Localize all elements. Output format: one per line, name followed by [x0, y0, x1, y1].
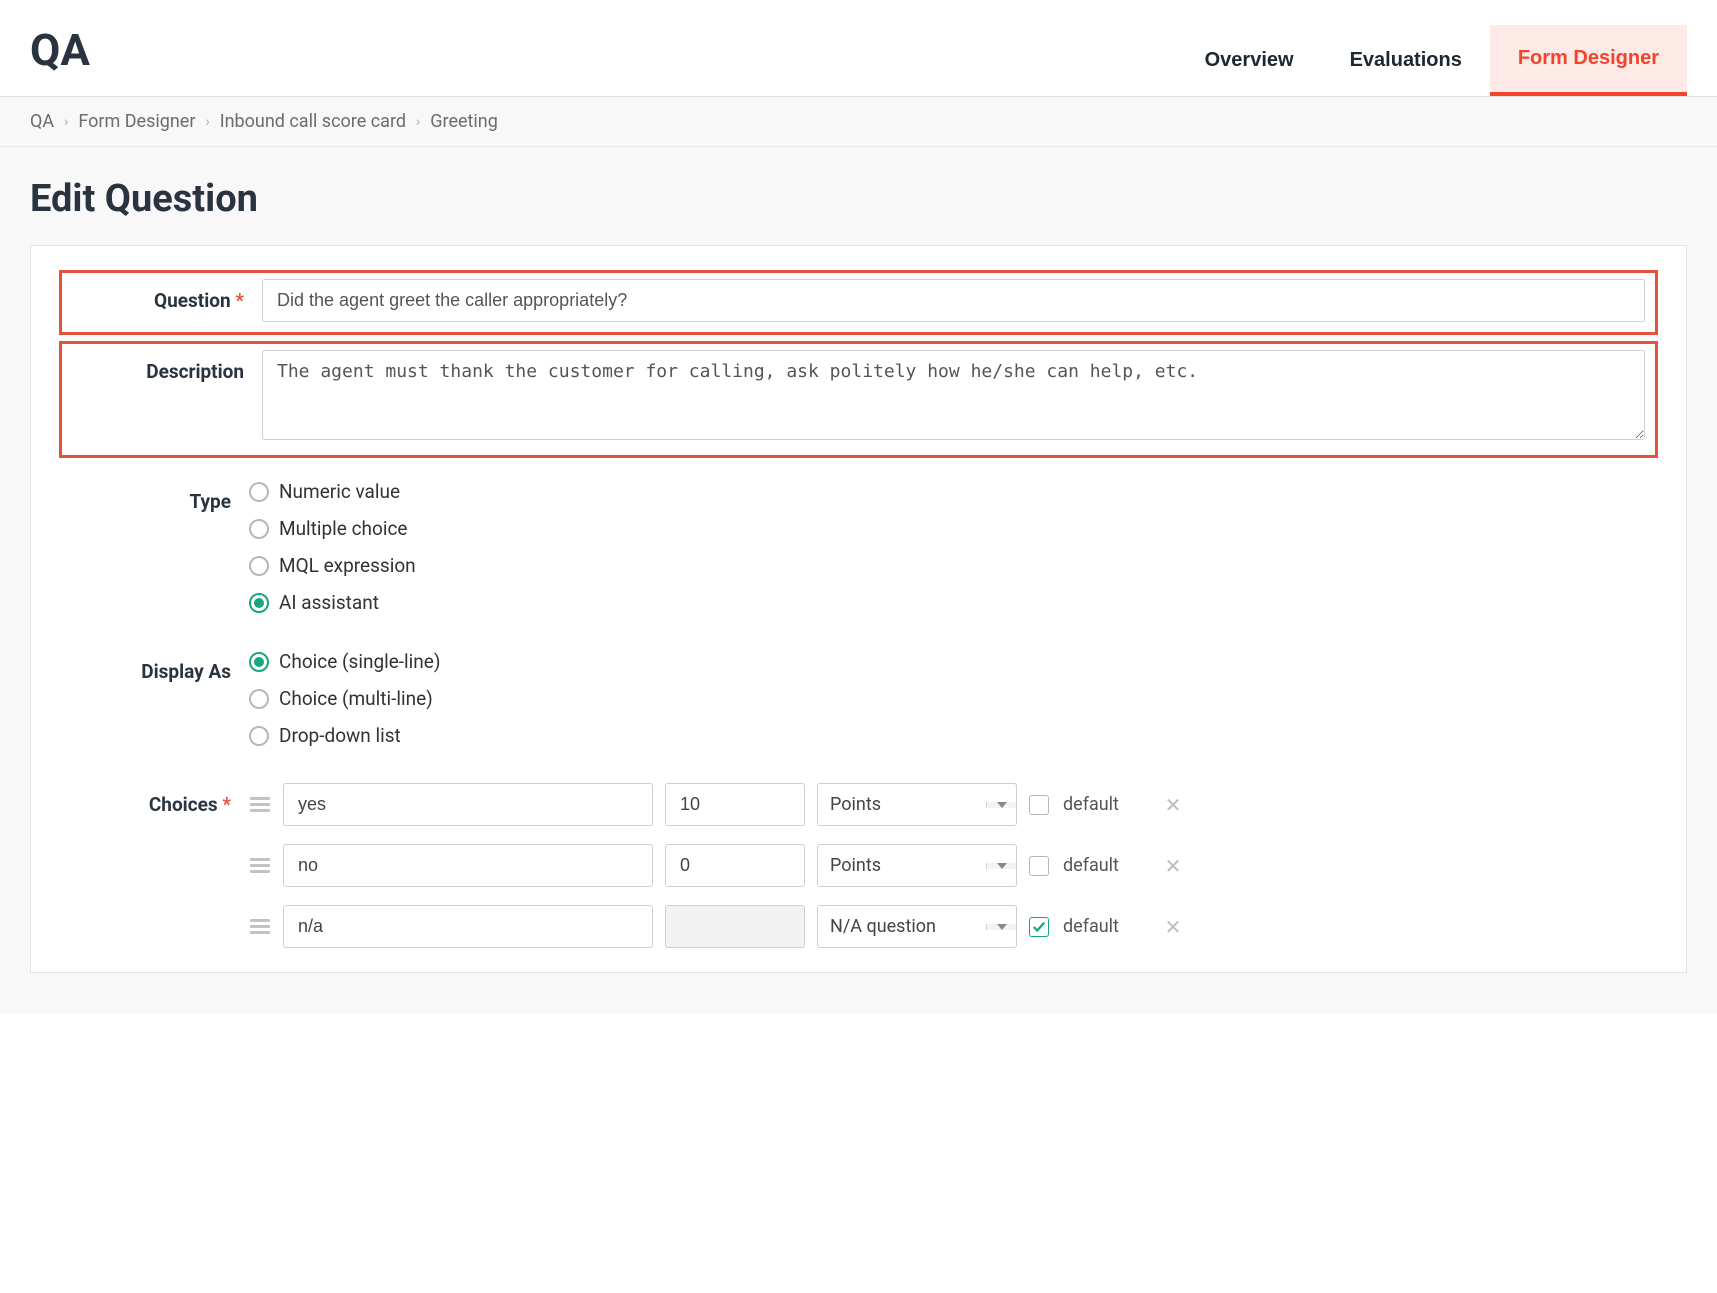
crumb-qa[interactable]: QA — [30, 111, 54, 132]
type-option-label: Numeric value — [279, 480, 400, 503]
drag-handle-icon[interactable] — [249, 858, 271, 873]
choices-label: Choices * — [59, 783, 249, 816]
type-option-ai-assistant[interactable]: AI assistant — [249, 591, 416, 614]
description-label: Description — [72, 350, 262, 383]
display-option-label: Drop-down list — [279, 724, 401, 747]
default-checkbox[interactable] — [1029, 856, 1049, 876]
caret-down-icon — [986, 802, 1016, 808]
choice-unit-select[interactable]: Points — [817, 783, 1017, 826]
default-label: default — [1063, 794, 1133, 815]
type-radio-group: Numeric value Multiple choice MQL expres… — [249, 480, 416, 614]
type-option-mql[interactable]: MQL expression — [249, 554, 416, 577]
drag-handle-icon[interactable] — [249, 919, 271, 934]
choice-row: Points default ✕ — [249, 783, 1183, 826]
remove-choice-icon[interactable]: ✕ — [1163, 915, 1183, 939]
tab-overview[interactable]: Overview — [1177, 25, 1322, 96]
choice-value-input[interactable] — [665, 905, 805, 948]
radio-selected-icon — [249, 652, 269, 672]
page-title: Edit Question — [30, 177, 1687, 221]
breadcrumb: QA › Form Designer › Inbound call score … — [0, 97, 1717, 147]
display-option-label: Choice (single-line) — [279, 650, 440, 673]
tab-form-designer[interactable]: Form Designer — [1490, 25, 1687, 96]
remove-choice-icon[interactable]: ✕ — [1163, 793, 1183, 817]
choice-unit-text: N/A question — [818, 906, 986, 947]
default-checkbox[interactable] — [1029, 795, 1049, 815]
choice-unit-select[interactable]: N/A question — [817, 905, 1017, 948]
default-label: default — [1063, 855, 1133, 876]
choice-label-input[interactable] — [283, 783, 653, 826]
choice-row: N/A question default ✕ — [249, 905, 1183, 948]
caret-down-icon — [986, 863, 1016, 869]
choices-list: Points default ✕ Points — [249, 783, 1183, 948]
tab-evaluations[interactable]: Evaluations — [1322, 25, 1490, 96]
chevron-right-icon: › — [205, 114, 209, 130]
question-label: Question * — [72, 279, 262, 312]
question-input[interactable] — [262, 279, 1645, 322]
tab-bar: Overview Evaluations Form Designer — [1177, 25, 1687, 96]
drag-handle-icon[interactable] — [249, 797, 271, 812]
app-header: QA Overview Evaluations Form Designer — [0, 0, 1717, 97]
description-highlight: Description The agent must thank the cus… — [59, 341, 1658, 458]
choice-value-input[interactable] — [665, 844, 805, 887]
type-option-numeric[interactable]: Numeric value — [249, 480, 416, 503]
type-option-label: AI assistant — [279, 591, 379, 614]
description-input[interactable]: The agent must thank the customer for ca… — [262, 350, 1645, 440]
type-label: Type — [59, 480, 249, 513]
radio-selected-icon — [249, 593, 269, 613]
choice-unit-select[interactable]: Points — [817, 844, 1017, 887]
crumb-form-designer[interactable]: Form Designer — [78, 111, 195, 132]
type-option-label: MQL expression — [279, 554, 416, 577]
display-option-multi-line[interactable]: Choice (multi-line) — [249, 687, 440, 710]
default-label: default — [1063, 916, 1133, 937]
display-option-single-line[interactable]: Choice (single-line) — [249, 650, 440, 673]
choice-unit-text: Points — [818, 784, 986, 825]
default-checkbox[interactable] — [1029, 917, 1049, 937]
display-option-label: Choice (multi-line) — [279, 687, 433, 710]
choice-row: Points default ✕ — [249, 844, 1183, 887]
radio-icon — [249, 556, 269, 576]
remove-choice-icon[interactable]: ✕ — [1163, 854, 1183, 878]
choice-label-input[interactable] — [283, 844, 653, 887]
choice-unit-text: Points — [818, 845, 986, 886]
crumb-greeting[interactable]: Greeting — [430, 111, 498, 132]
chevron-right-icon: › — [416, 114, 420, 130]
type-option-multiple-choice[interactable]: Multiple choice — [249, 517, 416, 540]
radio-icon — [249, 482, 269, 502]
display-as-radio-group: Choice (single-line) Choice (multi-line)… — [249, 650, 440, 747]
app-title: QA — [30, 24, 90, 96]
choice-value-input[interactable] — [665, 783, 805, 826]
radio-icon — [249, 519, 269, 539]
edit-question-card: Question * Description The agent must th… — [30, 245, 1687, 973]
type-option-label: Multiple choice — [279, 517, 407, 540]
choice-label-input[interactable] — [283, 905, 653, 948]
crumb-scorecard[interactable]: Inbound call score card — [220, 111, 406, 132]
question-highlight: Question * — [59, 270, 1658, 335]
radio-icon — [249, 689, 269, 709]
caret-down-icon — [986, 924, 1016, 930]
display-as-label: Display As — [59, 650, 249, 683]
radio-icon — [249, 726, 269, 746]
chevron-right-icon: › — [64, 114, 68, 130]
display-option-dropdown[interactable]: Drop-down list — [249, 724, 440, 747]
